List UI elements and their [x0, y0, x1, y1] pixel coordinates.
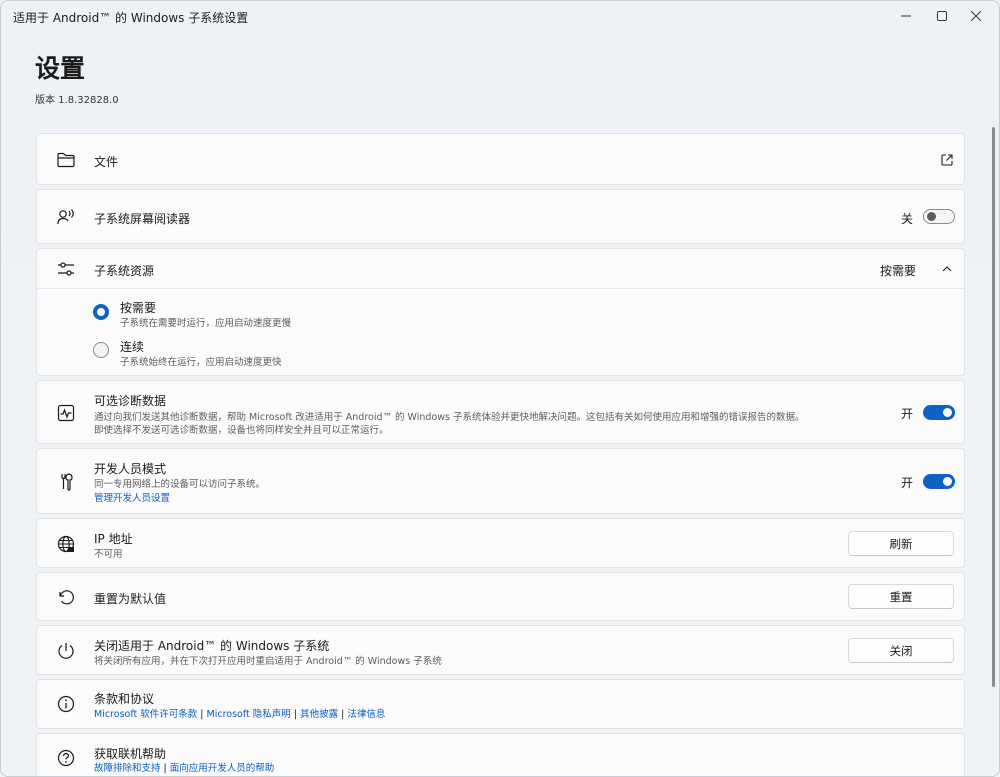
- resources-card: 子系统资源 按需要 按需要 子系统在需要时运行，应用启动速度更慢 连续 子系统始…: [36, 248, 965, 376]
- privacy-statement-link[interactable]: Microsoft 隐私声明: [207, 709, 291, 720]
- screen-reader-state: 关: [901, 212, 914, 226]
- ip-value: 不可用: [94, 549, 123, 560]
- app-window: 适用于 Android™ 的 Windows 子系统设置 设置 版本 1.8.3…: [0, 0, 1000, 777]
- divider: [37, 288, 964, 289]
- developer-card: 开发人员模式 同一专用网络上的设备可以访问子系统。 管理开发人员设置 开: [36, 448, 965, 514]
- other-disclosures-link[interactable]: 其他披露: [300, 709, 338, 720]
- developer-toggle[interactable]: [923, 474, 955, 489]
- terms-links: Microsoft 软件许可条款 | Microsoft 隐私声明 | 其他披露…: [94, 706, 385, 720]
- radio-on-demand[interactable]: [93, 304, 109, 320]
- resource-option[interactable]: 按需要 子系统在需要时运行，应用启动速度更慢: [37, 295, 964, 333]
- chevron-up-icon: [942, 266, 952, 272]
- folder-icon: [55, 149, 77, 171]
- narrator-icon: [55, 206, 77, 228]
- power-icon: [55, 640, 77, 662]
- tools-icon: [55, 471, 77, 493]
- troubleshooting-link[interactable]: 故障排除和支持: [94, 763, 161, 774]
- manage-developer-settings-link[interactable]: 管理开发人员设置: [94, 490, 170, 504]
- link-separator: |: [341, 709, 345, 720]
- developer-state: 开: [901, 476, 914, 490]
- option-desc: 子系统在需要时运行，应用启动速度更慢: [120, 318, 292, 329]
- option-label: 按需要: [120, 301, 157, 315]
- diagnostics-toggle[interactable]: [923, 405, 955, 420]
- version-label: 版本 1.8.32828.0: [35, 95, 119, 106]
- globe-icon: [55, 533, 77, 555]
- option-desc: 子系统始终在运行，应用启动速度更快: [120, 357, 282, 368]
- resource-option[interactable]: 连续 子系统始终在运行，应用启动速度更快: [37, 334, 964, 372]
- window-title: 适用于 Android™ 的 Windows 子系统设置: [13, 11, 249, 25]
- ip-card: IP 地址 不可用 刷新: [36, 518, 965, 568]
- resources-header[interactable]: 子系统资源 按需要: [37, 249, 964, 288]
- diagnostics-desc-2: 即使选择不发送可选诊断数据，设备也将同样安全并且可以正常运行。: [94, 425, 389, 436]
- reset-button[interactable]: 重置: [848, 584, 954, 609]
- close-icon: [971, 11, 981, 21]
- help-links: 故障排除和支持 | 面向应用开发人员的帮助: [94, 760, 274, 774]
- diagnostics-label: 可选诊断数据: [94, 394, 167, 408]
- page-title: 设置: [35, 54, 86, 83]
- shutdown-card: 关闭适用于 Android™ 的 Windows 子系统 将关闭所有应用，并在下…: [36, 625, 965, 675]
- info-icon: [55, 693, 77, 715]
- close-window-button[interactable]: [953, 1, 999, 31]
- shutdown-desc: 将关闭所有应用，并在下次打开应用时重启适用于 Android™ 的 Window…: [94, 656, 442, 667]
- link-separator: |: [200, 709, 204, 720]
- terms-label: 条款和协议: [94, 692, 155, 706]
- diagnostics-desc: 通过向我们发送其他诊断数据，帮助 Microsoft 改进适用于 Android…: [94, 412, 805, 423]
- developer-label: 开发人员模式: [94, 462, 167, 476]
- help-card: 获取联机帮助 故障排除和支持 | 面向应用开发人员的帮助: [36, 733, 965, 776]
- license-terms-link[interactable]: Microsoft 软件许可条款: [94, 709, 197, 720]
- screen-reader-card: 子系统屏幕阅读器 关: [36, 189, 965, 244]
- option-label: 连续: [120, 340, 145, 354]
- minimize-icon: [901, 15, 911, 17]
- screen-reader-label: 子系统屏幕阅读器: [94, 212, 191, 226]
- legal-info-link[interactable]: 法律信息: [347, 709, 385, 720]
- files-label: 文件: [94, 155, 119, 169]
- reset-card: 重置为默认值 重置: [36, 572, 965, 621]
- link-separator: |: [163, 763, 167, 774]
- resources-label: 子系统资源: [94, 264, 155, 278]
- screen-reader-toggle[interactable]: [923, 209, 955, 224]
- shutdown-label: 关闭适用于 Android™ 的 Windows 子系统: [94, 639, 330, 653]
- link-separator: |: [293, 709, 298, 720]
- refresh-button[interactable]: 刷新: [848, 531, 954, 556]
- help-icon: [55, 747, 77, 769]
- terms-card: 条款和协议 Microsoft 软件许可条款 | Microsoft 隐私声明 …: [36, 679, 965, 729]
- maximize-icon: [937, 11, 947, 21]
- resources-value: 按需要: [880, 264, 917, 278]
- activity-icon: [55, 402, 77, 424]
- diagnostics-state: 开: [901, 407, 914, 421]
- ip-label: IP 地址: [94, 532, 133, 546]
- radio-continuous[interactable]: [93, 342, 109, 358]
- sliders-icon: [55, 258, 77, 280]
- open-external-icon[interactable]: [940, 152, 954, 166]
- diagnostics-card: 可选诊断数据 通过向我们发送其他诊断数据，帮助 Microsoft 改进适用于 …: [36, 380, 965, 444]
- title-bar: 适用于 Android™ 的 Windows 子系统设置: [1, 1, 999, 31]
- developer-desc: 同一专用网络上的设备可以访问子系统。: [94, 479, 266, 490]
- reset-icon: [55, 586, 77, 608]
- developer-help-link[interactable]: 面向应用开发人员的帮助: [170, 763, 275, 774]
- shutdown-button[interactable]: 关闭: [848, 638, 954, 663]
- reset-label: 重置为默认值: [94, 592, 167, 606]
- files-card[interactable]: 文件: [36, 133, 965, 185]
- scrollbar[interactable]: [992, 127, 995, 687]
